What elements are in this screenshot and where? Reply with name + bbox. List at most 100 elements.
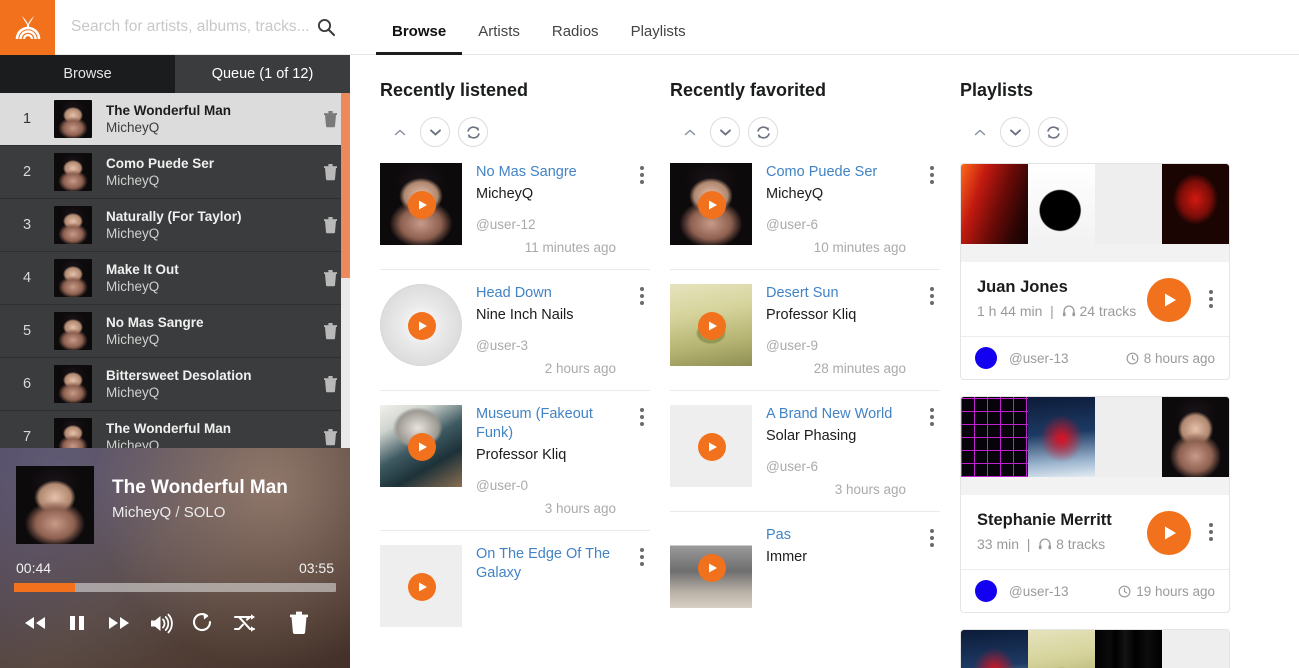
queue-row[interactable]: 1 The Wonderful Man MicheyQ xyxy=(0,93,350,146)
track-user[interactable]: @user-9 xyxy=(766,338,920,353)
play-playlist-button[interactable] xyxy=(1147,278,1191,322)
chevron-up-icon[interactable] xyxy=(388,120,412,144)
list-item[interactable]: On The Edge Of The Galaxy xyxy=(380,530,650,641)
queue-list[interactable]: 1 The Wonderful Man MicheyQ 2 Como Puede… xyxy=(0,93,350,453)
chevron-down-icon[interactable] xyxy=(1000,117,1030,147)
playlist-name[interactable]: Stephanie Merritt xyxy=(977,509,1147,531)
track-menu-icon[interactable] xyxy=(634,405,650,516)
track-user[interactable]: @user-12 xyxy=(476,217,630,232)
queue-row[interactable]: 2 Como Puede Ser MicheyQ xyxy=(0,146,350,199)
playlist-card[interactable]: Juan Jones 1 h 44 min | 24 tracks xyxy=(960,163,1230,380)
list-item[interactable]: Desert Sun Professor Kliq @user-9 28 min… xyxy=(670,269,940,390)
track-menu-icon[interactable] xyxy=(924,163,940,255)
queue-scrollbar[interactable] xyxy=(341,93,350,453)
play-icon[interactable] xyxy=(698,554,726,582)
track-title[interactable]: Como Puede Ser xyxy=(766,163,920,182)
track-user[interactable]: @user-6 xyxy=(766,459,920,474)
now-playing-album[interactable]: SOLO xyxy=(184,504,226,521)
list-item[interactable]: Head Down Nine Inch Nails @user-3 2 hour… xyxy=(380,269,650,390)
tab-browse[interactable]: Browse xyxy=(376,23,462,54)
track-artist[interactable]: MicheyQ xyxy=(766,184,920,205)
playlist-card[interactable]: Stephanie Merritt 33 min | 8 tracks xyxy=(960,396,1230,613)
queue-row[interactable]: 6 Bittersweet Desolation MicheyQ xyxy=(0,358,350,411)
play-icon[interactable] xyxy=(408,433,436,461)
track-title[interactable]: Desert Sun xyxy=(766,284,920,303)
column-controls xyxy=(960,103,1230,163)
play-playlist-button[interactable] xyxy=(1147,511,1191,555)
play-icon[interactable] xyxy=(698,312,726,340)
track-artist[interactable]: Nine Inch Nails xyxy=(476,305,630,326)
clear-queue-button[interactable] xyxy=(278,606,320,640)
chevron-down-icon[interactable] xyxy=(710,117,740,147)
tab-artists[interactable]: Artists xyxy=(462,23,536,54)
play-icon[interactable] xyxy=(698,191,726,219)
play-icon[interactable] xyxy=(408,573,436,601)
playlist-menu-icon[interactable] xyxy=(1203,509,1219,541)
track-title[interactable]: Head Down xyxy=(476,284,630,303)
chevron-down-icon[interactable] xyxy=(420,117,450,147)
playlist-owner[interactable]: @user-13 xyxy=(997,584,1068,599)
list-item[interactable]: Como Puede Ser MicheyQ @user-6 10 minute… xyxy=(670,163,940,269)
playlist-menu-icon[interactable] xyxy=(1203,276,1219,308)
play-icon[interactable] xyxy=(408,312,436,340)
queue-cover xyxy=(54,100,92,138)
queue-row[interactable]: 7 The Wonderful Man MicheyQ xyxy=(0,411,350,453)
track-title[interactable]: Pas xyxy=(766,526,920,545)
track-menu-icon[interactable] xyxy=(924,284,940,376)
tab-playlists[interactable]: Playlists xyxy=(615,23,702,54)
chevron-up-icon[interactable] xyxy=(968,120,992,144)
list-item[interactable]: Museum (Fakeout Funk) Professor Kliq @us… xyxy=(380,390,650,530)
queue-row[interactable]: 5 No Mas Sangre MicheyQ xyxy=(0,305,350,358)
list-item[interactable]: Pas Immer xyxy=(670,511,940,622)
track-user[interactable]: @user-3 xyxy=(476,338,630,353)
queue-index: 3 xyxy=(0,217,54,233)
refresh-icon[interactable] xyxy=(748,117,778,147)
queue-scrollbar-thumb[interactable] xyxy=(341,93,350,278)
progress-bar[interactable] xyxy=(14,583,336,592)
track-user[interactable]: @user-6 xyxy=(766,217,920,232)
repeat-button[interactable] xyxy=(182,606,224,640)
track-artist[interactable]: Solar Phasing xyxy=(766,426,920,447)
queue-row[interactable]: 3 Naturally (For Taylor) MicheyQ xyxy=(0,199,350,252)
track-artist[interactable]: Professor Kliq xyxy=(476,445,630,466)
playlist-card[interactable] xyxy=(960,629,1230,668)
playlist-name[interactable]: Juan Jones xyxy=(977,276,1147,298)
funkwhale-logo[interactable] xyxy=(0,0,55,55)
list-item[interactable]: A Brand New World Solar Phasing @user-6 … xyxy=(670,390,940,511)
playlist-owner[interactable]: @user-13 xyxy=(997,351,1068,366)
search-bar[interactable] xyxy=(55,0,350,55)
browse-columns: Recently listened xyxy=(350,55,1299,668)
sidebar-tab-browse[interactable]: Browse xyxy=(0,55,175,93)
track-title[interactable]: Museum (Fakeout Funk) xyxy=(476,405,630,443)
track-title[interactable]: A Brand New World xyxy=(766,405,920,424)
list-item[interactable]: No Mas Sangre MicheyQ @user-12 11 minute… xyxy=(380,163,650,269)
track-menu-icon[interactable] xyxy=(924,526,940,608)
now-playing-artist[interactable]: MicheyQ xyxy=(112,504,171,521)
track-title[interactable]: On The Edge Of The Galaxy xyxy=(476,545,630,583)
track-title[interactable]: No Mas Sangre xyxy=(476,163,630,182)
search-icon[interactable] xyxy=(316,17,336,37)
refresh-icon[interactable] xyxy=(458,117,488,147)
track-artist[interactable]: Immer xyxy=(766,547,920,568)
tab-radios[interactable]: Radios xyxy=(536,23,615,54)
play-icon[interactable] xyxy=(698,433,726,461)
pause-button[interactable] xyxy=(56,606,98,640)
next-button[interactable] xyxy=(98,606,140,640)
refresh-icon[interactable] xyxy=(1038,117,1068,147)
sidebar-tab-queue[interactable]: Queue (1 of 12) xyxy=(175,55,350,93)
shuffle-button[interactable] xyxy=(224,606,266,640)
track-menu-icon[interactable] xyxy=(634,163,650,255)
track-menu-icon[interactable] xyxy=(924,405,940,497)
queue-row[interactable]: 4 Make It Out MicheyQ xyxy=(0,252,350,305)
chevron-up-icon[interactable] xyxy=(678,120,702,144)
track-artist[interactable]: MicheyQ xyxy=(476,184,630,205)
track-menu-icon[interactable] xyxy=(634,545,650,627)
play-icon[interactable] xyxy=(408,191,436,219)
player-controls xyxy=(0,592,350,640)
volume-button[interactable] xyxy=(140,606,182,640)
search-input[interactable] xyxy=(71,18,316,36)
track-artist[interactable]: Professor Kliq xyxy=(766,305,920,326)
previous-button[interactable] xyxy=(14,606,56,640)
track-user[interactable]: @user-0 xyxy=(476,478,630,493)
track-menu-icon[interactable] xyxy=(634,284,650,376)
